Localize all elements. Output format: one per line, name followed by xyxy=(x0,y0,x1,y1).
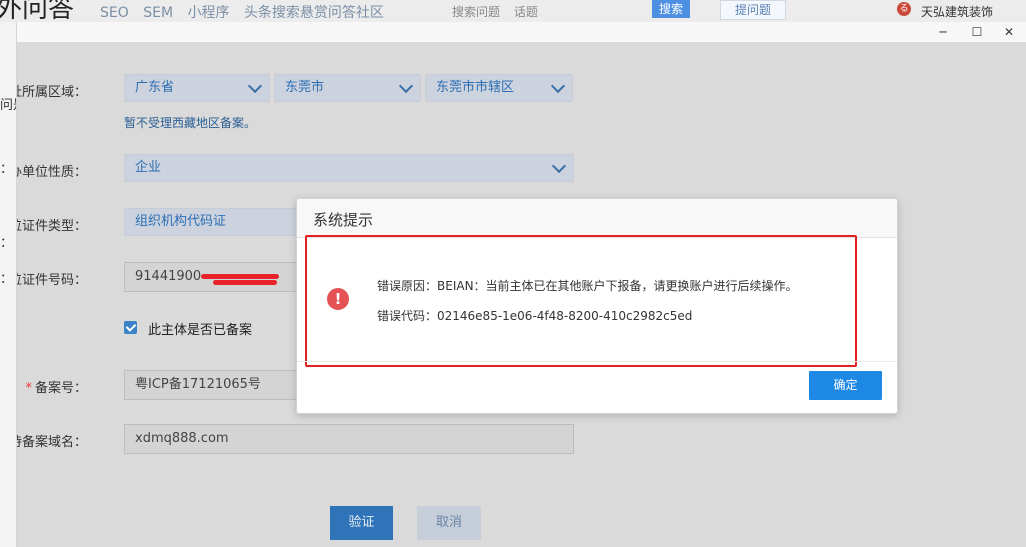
sidebar-fragment: 问是 xyxy=(0,98,16,113)
dialog-header: 系统提示 xyxy=(297,199,897,238)
error-reason: 错误原因：BEIAN：当前主体已在其他账户下报备，请更换账户进行后续操作。 xyxy=(377,279,798,293)
domain-value: xdmq888.com xyxy=(135,431,229,446)
dialog-title: 系统提示 xyxy=(313,211,374,229)
error-icon: ! xyxy=(327,288,349,310)
verify-button[interactable]: 验证 xyxy=(330,506,393,540)
sidebar-fragment: ： xyxy=(0,236,14,251)
minimize-button[interactable]: ─ xyxy=(927,22,959,42)
province-value: 广东省 xyxy=(135,80,175,95)
org-type-select[interactable]: 企业 xyxy=(124,154,574,182)
cert-type-value: 组织机构代码证 xyxy=(135,214,227,229)
region-hint: 暂不受理西藏地区备案。 xyxy=(124,116,257,130)
domain-input[interactable]: xdmq888.com xyxy=(124,424,574,454)
chevron-down-icon xyxy=(550,78,566,94)
filing-number-label-text: 备案号： xyxy=(34,381,87,396)
redaction-scribble xyxy=(213,280,277,285)
org-type-label: 主办单位性质： xyxy=(17,165,87,180)
city-select[interactable]: 东莞市 xyxy=(274,74,421,102)
site-search-button[interactable]: 搜索 xyxy=(652,0,690,18)
cert-number-label: 单位证件号码： xyxy=(17,273,87,288)
sidebar-fragment: ： xyxy=(0,272,14,287)
cert-type-select[interactable]: 组织机构代码证 xyxy=(124,208,324,236)
window-titlebar: ─ ☐ ✕ xyxy=(17,22,1026,43)
district-select[interactable]: 东莞市市辖区 xyxy=(425,74,573,102)
user-name[interactable]: 天弘建筑装饰 xyxy=(921,3,993,20)
sidebar-fragment: ： xyxy=(0,162,14,177)
filing-number-input[interactable]: 粤ICP备17121065号 xyxy=(124,370,324,400)
district-value: 东莞市市辖区 xyxy=(436,80,515,95)
dialog-divider xyxy=(297,361,897,362)
domain-label: *待备案域名： xyxy=(17,431,87,450)
already-filed-label: 此主体是否已备案 xyxy=(148,323,253,338)
search-tab-topics[interactable]: 话题 xyxy=(514,5,538,19)
cert-number-value: 91441900 xyxy=(135,269,202,284)
required-mark: * xyxy=(25,381,32,396)
region-label: 地址所属区域： xyxy=(17,85,87,100)
background-site-header: 外问答 SEO SEM 小程序 头条搜索悬赏问答社区 搜索问题 话题 搜索 提问… xyxy=(0,0,1026,22)
confirm-button[interactable]: 确定 xyxy=(809,371,882,400)
site-nav: SEO SEM 小程序 头条搜索悬赏问答社区 xyxy=(100,2,394,22)
close-window-button[interactable]: ✕ xyxy=(993,22,1025,42)
cert-type-label: 单位证件类型： xyxy=(17,219,87,234)
nav-item-miniprogram[interactable]: 小程序 xyxy=(187,5,229,21)
filing-number-label: * 备案号： xyxy=(17,377,87,396)
chevron-down-icon xyxy=(398,78,414,94)
redaction-scribble xyxy=(201,274,279,279)
annotation-highlight-box xyxy=(305,235,857,367)
domain-label-text: 待备案域名： xyxy=(17,435,87,450)
filing-number-value: 粤ICP备17121065号 xyxy=(135,377,261,392)
ask-question-button[interactable]: 提问题 xyxy=(720,0,786,20)
background-site-sidebar: 问是 ： ： ： xyxy=(0,22,17,547)
nav-item-community[interactable]: 头条搜索悬赏问答社区 xyxy=(244,5,384,21)
search-links: 搜索问题 话题 xyxy=(452,3,548,20)
nav-item-seo[interactable]: SEO xyxy=(100,5,129,21)
search-tab-questions[interactable]: 搜索问题 xyxy=(452,5,500,19)
chevron-down-icon xyxy=(551,158,567,174)
nav-item-sem[interactable]: SEM xyxy=(143,5,173,21)
org-type-value: 企业 xyxy=(135,160,162,175)
error-code: 错误代码：02146e85-1e06-4f48-8200-410c2982c5e… xyxy=(377,309,693,323)
already-filed-checkbox[interactable] xyxy=(124,321,137,334)
city-value: 东莞市 xyxy=(285,80,325,95)
province-select[interactable]: 广东省 xyxy=(124,74,270,102)
chevron-down-icon xyxy=(247,78,263,94)
maximize-button[interactable]: ☐ xyxy=(961,22,993,42)
avatar[interactable]: る xyxy=(897,2,911,16)
cancel-button[interactable]: 取消 xyxy=(417,506,481,540)
site-logo: 外问答 xyxy=(0,0,75,22)
system-alert-dialog: 系统提示 ! 错误原因：BEIAN：当前主体已在其他账户下报备，请更换账户进行后… xyxy=(296,198,898,414)
